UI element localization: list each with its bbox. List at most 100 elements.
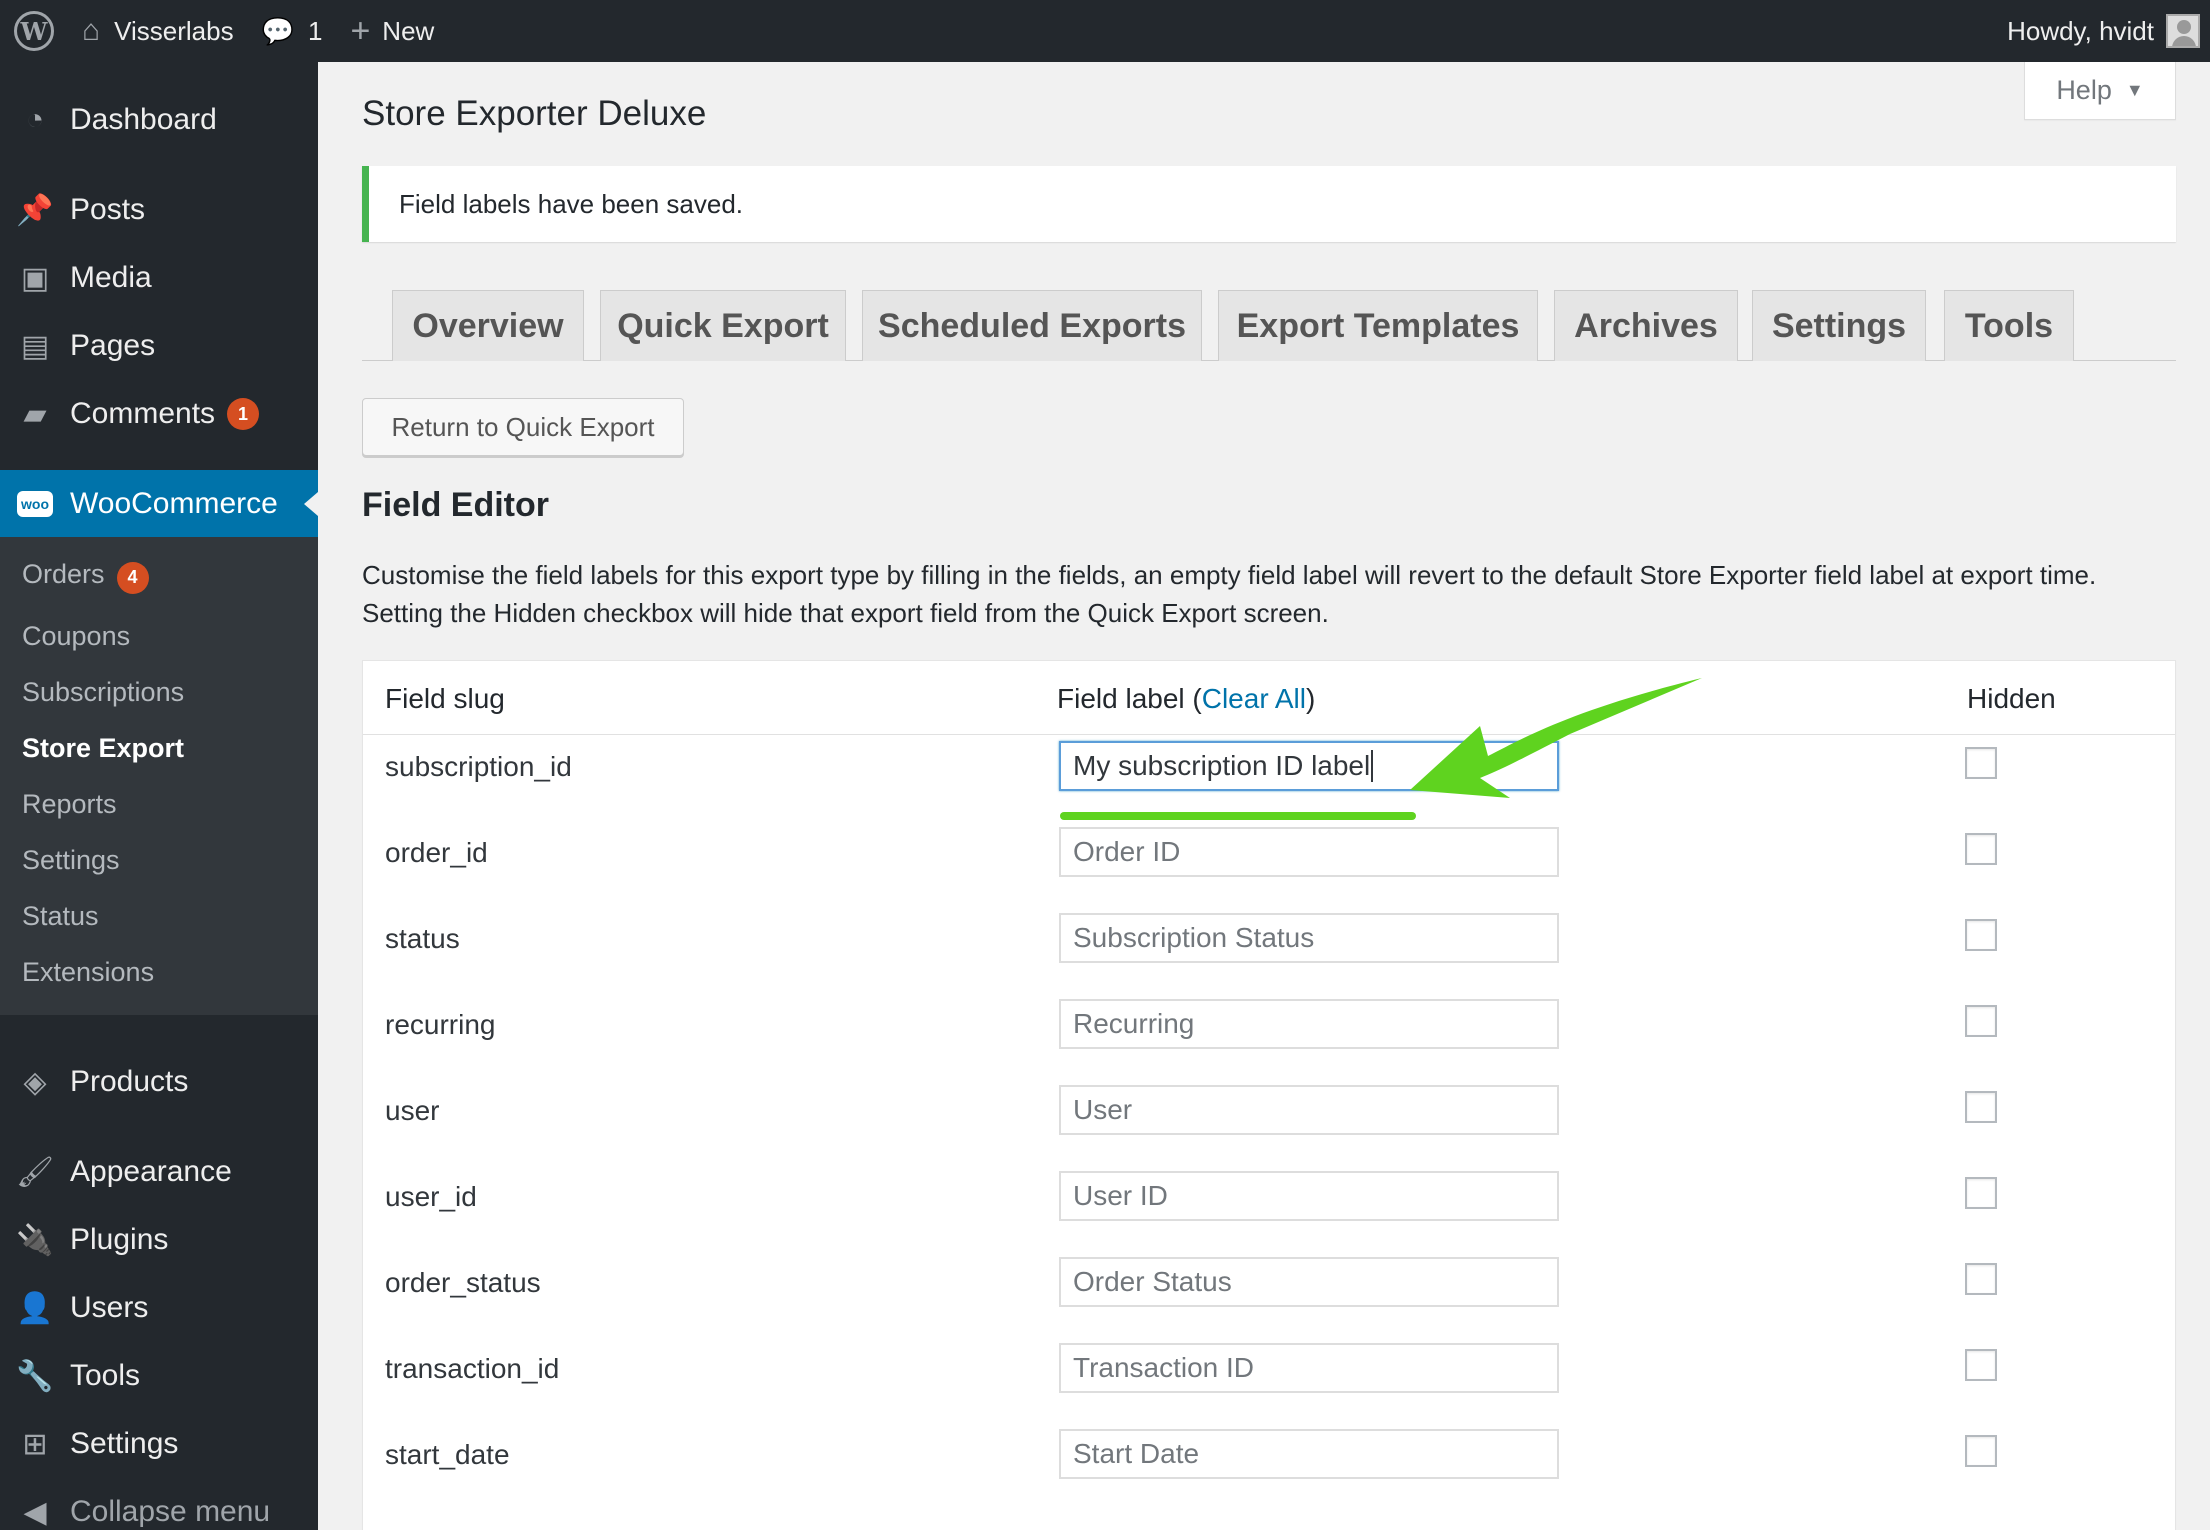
collapse-menu-button[interactable]: ◀ Collapse menu	[0, 1478, 318, 1530]
tab-settings[interactable]: Settings	[1752, 290, 1926, 361]
new-content-link[interactable]: + New	[336, 0, 448, 62]
hidden-checkbox-status[interactable]	[1965, 919, 1997, 951]
tab-overview[interactable]: Overview	[392, 290, 584, 361]
submenu-item-settings[interactable]: Settings	[22, 845, 120, 876]
sidebar-item-media[interactable]: ▣ Media	[0, 244, 318, 312]
page-title: Store Exporter Deluxe	[362, 94, 707, 133]
submenu-item-reports[interactable]: Reports	[22, 789, 117, 820]
woocommerce-icon-wrap: woo	[0, 491, 70, 517]
field-label-input-order_status[interactable]: Order Status	[1059, 1257, 1559, 1307]
label-header-prefix: Field label (	[1057, 683, 1202, 714]
sidebar-item-dashboard[interactable]: ◔ Dashboard	[0, 86, 318, 154]
comment-icon: ▰	[23, 397, 47, 431]
field-label-input-status[interactable]: Subscription Status	[1059, 913, 1559, 963]
user-icon: 👤	[16, 1291, 54, 1325]
hidden-checkbox-start_date[interactable]	[1965, 1435, 1997, 1467]
field-label-text: Order Status	[1073, 1266, 1232, 1297]
field-slug-order_id: order_id	[385, 837, 488, 868]
sidebar-item-label: Comments	[70, 397, 216, 430]
hidden-checkbox-transaction_id[interactable]	[1965, 1349, 1997, 1381]
sidebar-item-comments[interactable]: ▰ Comments 1	[0, 380, 318, 448]
media-icon: ▣	[20, 261, 50, 295]
hidden-checkbox-order_status[interactable]	[1965, 1263, 1997, 1295]
field-label-text: Subscription Status	[1073, 922, 1315, 953]
field-slug-status: status	[385, 923, 460, 954]
field-editor-table: Field slug Field label (Clear All) Hidde…	[362, 660, 2176, 1530]
sidebar-item-label: Posts	[70, 193, 146, 226]
sidebar-item-appearance[interactable]: 🖌 Appearance	[0, 1138, 318, 1206]
sidebar-item-label: Media	[70, 261, 152, 294]
hidden-checkbox-order_id[interactable]	[1965, 833, 1997, 865]
sidebar-item-tools[interactable]: 🔧 Tools	[0, 1342, 318, 1410]
collapse-arrow-icon: ◀	[23, 1495, 47, 1529]
tab-tools[interactable]: Tools	[1944, 290, 2074, 361]
sidebar-item-posts[interactable]: 📌 Posts	[0, 176, 318, 244]
submenu-item-status[interactable]: Status	[22, 901, 99, 932]
tab-archives[interactable]: Archives	[1554, 290, 1738, 361]
my-account-link[interactable]: Howdy, hvidt	[1993, 0, 2210, 62]
submenu-item-orders[interactable]: Orders 4	[22, 559, 149, 594]
help-label: Help	[2056, 75, 2112, 105]
sidebar-item-label: Settings	[70, 1427, 179, 1460]
tab-export-templates[interactable]: Export Templates	[1218, 290, 1538, 361]
hidden-checkbox-recurring[interactable]	[1965, 1005, 1997, 1037]
field-label-text: Start Date	[1073, 1438, 1200, 1469]
field-label-input-transaction_id[interactable]: Transaction ID	[1059, 1343, 1559, 1393]
avatar	[2166, 14, 2200, 48]
sidebar-item-woocommerce[interactable]: woo WooCommerce	[0, 470, 318, 538]
hidden-checkbox-subscription_id[interactable]	[1965, 747, 1997, 779]
field-slug-user: user	[385, 1095, 440, 1126]
tab-quick-export[interactable]: Quick Export	[600, 290, 846, 361]
sidebar-item-settings[interactable]: ⊞ Settings	[0, 1410, 318, 1478]
sidebar-item-label: Collapse menu	[70, 1495, 271, 1528]
sidebar-item-plugins[interactable]: 🔌 Plugins	[0, 1206, 318, 1274]
field-label-input-order_id[interactable]: Order ID	[1059, 827, 1559, 877]
sidebar-item-label: Appearance	[70, 1155, 232, 1188]
field-label-input-start_date[interactable]: Start Date	[1059, 1429, 1559, 1479]
notice-text: Field labels have been saved.	[399, 188, 744, 219]
sidebar-item-users[interactable]: 👤 Users	[0, 1274, 318, 1342]
comments-link[interactable]: 💬 1	[248, 0, 337, 62]
submenu-item-store-export[interactable]: Store Export	[22, 733, 184, 764]
comment-bubble-icon: 💬	[261, 15, 294, 46]
label-header-suffix: )	[1306, 683, 1316, 714]
field-label-input-recurring[interactable]: Recurring	[1059, 999, 1559, 1049]
help-tab-button[interactable]: Help ▼	[2024, 62, 2176, 120]
return-to-quick-export-button[interactable]: Return to Quick Export	[362, 398, 684, 456]
submenu-item-coupons[interactable]: Coupons	[22, 621, 130, 652]
field-label-text: User	[1073, 1094, 1133, 1125]
sidebar-item-label: Users	[70, 1291, 149, 1324]
sidebar-item-products[interactable]: ◈ Products	[0, 1048, 318, 1116]
howdy-label: Howdy, hvidt	[2007, 15, 2154, 46]
field-slug-transaction_id: transaction_id	[385, 1353, 560, 1384]
field-slug-subscription_id: subscription_id	[385, 751, 572, 782]
column-header-slug: Field slug	[385, 683, 505, 714]
field-label-input-user[interactable]: User	[1059, 1085, 1559, 1135]
site-name-label: Visserlabs	[114, 15, 234, 46]
text-caret	[1371, 750, 1374, 782]
wrench-icon: 🔧	[16, 1359, 54, 1393]
section-title: Field Editor	[362, 486, 549, 524]
field-label-input-user_id[interactable]: User ID	[1059, 1171, 1559, 1221]
submenu-label: Orders	[22, 559, 105, 589]
table-header: Field slug Field label (Clear All) Hidde…	[363, 661, 2175, 735]
settings-sliders-icon: ⊞	[22, 1427, 48, 1461]
site-name-link[interactable]: ⌂ Visserlabs	[68, 0, 248, 62]
field-slug-user_id: user_id	[385, 1181, 477, 1212]
field-label-text: User ID	[1073, 1180, 1168, 1211]
submenu-item-extensions[interactable]: Extensions	[22, 957, 154, 988]
field-slug-start_date: start_date	[385, 1439, 510, 1470]
sidebar-item-pages[interactable]: ▤ Pages	[0, 312, 318, 380]
home-icon: ⌂	[82, 14, 101, 47]
submenu-item-subscriptions[interactable]: Subscriptions	[22, 677, 184, 708]
field-label-text: Transaction ID	[1073, 1352, 1255, 1383]
plug-icon: 🔌	[16, 1223, 54, 1257]
sidebar-item-label: Plugins	[70, 1223, 169, 1256]
field-slug-recurring: recurring	[385, 1009, 496, 1040]
field-label-input-subscription_id[interactable]: My subscription ID label	[1059, 741, 1559, 791]
hidden-checkbox-user_id[interactable]	[1965, 1177, 1997, 1209]
tab-scheduled-exports[interactable]: Scheduled Exports	[862, 290, 1202, 361]
clear-all-link[interactable]: Clear All	[1202, 683, 1306, 714]
hidden-checkbox-user[interactable]	[1965, 1091, 1997, 1123]
wp-logo-menu[interactable]: W	[0, 0, 68, 62]
